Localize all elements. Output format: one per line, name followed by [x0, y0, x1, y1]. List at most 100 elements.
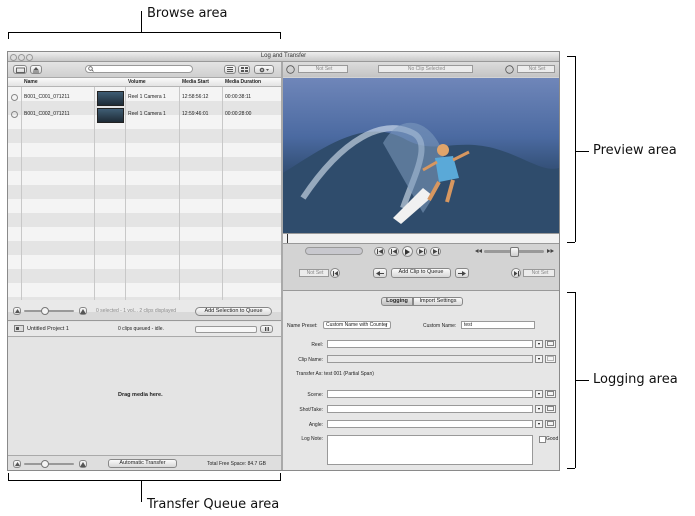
logging-bracket-stem [575, 380, 589, 381]
list-view-button[interactable] [224, 65, 236, 74]
thumbnail-view-button[interactable] [238, 65, 250, 74]
transfer-bracket-r [280, 473, 281, 480]
tab-logging[interactable]: Logging [381, 297, 413, 306]
slider-knob[interactable] [41, 307, 49, 315]
logging-area-callout: Logging area [593, 372, 678, 387]
eject-button[interactable] [30, 65, 42, 74]
clip-name-label: Clip Name: [298, 357, 323, 363]
name-preset-select[interactable]: Custom Name with Counter ⇕ [323, 321, 391, 329]
angle-field[interactable] [327, 420, 533, 428]
column-header-volume[interactable]: Volume [128, 79, 146, 85]
angle-dropdown-button[interactable]: ▾ [535, 420, 543, 428]
search-input[interactable] [85, 65, 193, 73]
scene-label: Scene: [307, 392, 323, 398]
custom-name-field[interactable]: test [461, 321, 535, 329]
browse-bracket-r [280, 32, 281, 39]
clip-name-dropdown-button[interactable]: ▾ [535, 355, 543, 363]
clip-thumbnail [97, 91, 124, 106]
column-header-media-start[interactable]: Media Start [182, 79, 209, 85]
row-clip-name: B001_C002_071211 [24, 111, 70, 117]
play-icon [405, 248, 410, 255]
automatic-transfer-button[interactable]: Automatic Transfer [108, 459, 177, 468]
clip-out-timecode[interactable]: Not Set [517, 65, 555, 73]
zoom-window-button[interactable] [26, 54, 33, 61]
play-button[interactable] [402, 246, 413, 257]
zoom-in-queue-button[interactable] [79, 460, 87, 468]
mark-out-timecode[interactable]: Not Set [523, 269, 555, 277]
current-timecode[interactable] [305, 247, 363, 255]
logging-bracket-b [567, 468, 575, 469]
log-note-label: Log Note: [301, 436, 323, 442]
zoom-in-thumbnails-button[interactable] [79, 307, 87, 315]
project-name: Untitled Project 1 [27, 326, 69, 332]
go-to-out-point-button[interactable] [455, 268, 469, 278]
reel-dropdown-button[interactable]: ▾ [535, 340, 543, 348]
close-window-button[interactable] [10, 54, 17, 61]
shot-take-browse-button[interactable] [545, 405, 556, 413]
pause-transfer-button[interactable] [260, 325, 273, 333]
good-label: Good [546, 436, 559, 442]
video-preview [283, 78, 559, 233]
table-row[interactable]: B001_C002_071211 Reel 1 Camera 1 12:59:4… [8, 107, 281, 123]
angle-browse-button[interactable] [545, 420, 556, 428]
scene-browse-button[interactable] [545, 390, 556, 398]
row-status-circle[interactable] [11, 111, 18, 118]
list-view-icon [227, 67, 233, 72]
shot-take-dropdown-button[interactable]: ▾ [535, 405, 543, 413]
add-folder-button[interactable] [13, 65, 27, 74]
clip-name-browse-button[interactable] [545, 355, 556, 363]
tab-import-settings[interactable]: Import Settings [413, 297, 463, 306]
reel-browse-button[interactable] [545, 340, 556, 348]
good-checkbox[interactable] [539, 436, 546, 443]
browse-callout-stem [141, 11, 142, 32]
mark-out-button[interactable] [511, 268, 521, 278]
transfer-bracket-l [8, 473, 9, 480]
mark-in-timecode[interactable]: Not Set [299, 269, 329, 277]
reel-field[interactable] [327, 340, 533, 348]
row-clip-name: B001_C001_071211 [24, 94, 70, 100]
previous-frame-button[interactable] [388, 247, 399, 256]
slider-knob[interactable] [41, 460, 49, 468]
add-clip-to-queue-button[interactable]: Add Clip to Queue [391, 268, 451, 278]
shuttle-knob[interactable] [510, 247, 519, 257]
row-status-circle[interactable] [11, 94, 18, 101]
clip-name-field[interactable] [327, 355, 533, 363]
shot-take-field[interactable] [327, 405, 533, 413]
zoom-out-queue-button[interactable] [13, 460, 21, 468]
browse-table: B001_C001_071211 Reel 1 Camera 1 12:58:5… [8, 87, 281, 300]
next-frame-button[interactable] [416, 247, 427, 256]
queue-bottom-bar: Automatic Transfer Total Free Space: 84.… [8, 455, 281, 470]
action-menu-button[interactable] [254, 65, 274, 74]
playhead[interactable] [287, 234, 288, 243]
queue-drop-zone[interactable]: Drag media here. [8, 338, 281, 455]
mark-in-button[interactable] [330, 268, 340, 278]
thumbnail-size-slider[interactable] [24, 307, 74, 315]
queue-header: Untitled Project 1 0 clips queued - idle… [8, 322, 281, 337]
table-row[interactable]: B001_C001_071211 Reel 1 Camera 1 12:58:5… [8, 90, 281, 106]
reel-label: Reel: [311, 342, 323, 348]
go-to-in-point-button[interactable] [373, 268, 387, 278]
step-back-icon [390, 249, 397, 254]
clip-in-timecode[interactable]: Not Set [298, 65, 348, 73]
column-header-name[interactable]: Name [24, 79, 38, 85]
scene-field[interactable] [327, 390, 533, 398]
add-selection-to-queue-button[interactable]: Add Selection to Queue [195, 307, 272, 316]
mark-out-icon [513, 270, 519, 276]
go-to-out-button[interactable] [430, 247, 441, 256]
column-header-media-duration[interactable]: Media Duration [225, 79, 261, 85]
zoom-out-thumbnails-button[interactable] [13, 307, 21, 315]
project-icon [14, 325, 24, 332]
minimize-window-button[interactable] [18, 54, 25, 61]
log-note-field[interactable] [327, 435, 533, 465]
transfer-progress-bar [195, 326, 257, 333]
drag-media-hint: Drag media here. [118, 392, 163, 398]
queue-thumbnail-slider[interactable] [24, 460, 74, 468]
scene-dropdown-button[interactable]: ▾ [535, 390, 543, 398]
go-to-in-button[interactable] [374, 247, 385, 256]
thumbnail-view-icon [240, 67, 248, 72]
shuttle-slider[interactable] [484, 247, 544, 257]
folder-icon [547, 356, 554, 361]
row-media-start: 12:59:46:01 [182, 111, 209, 117]
transfer-callout-stem [141, 480, 142, 502]
folder-icon [547, 391, 554, 396]
